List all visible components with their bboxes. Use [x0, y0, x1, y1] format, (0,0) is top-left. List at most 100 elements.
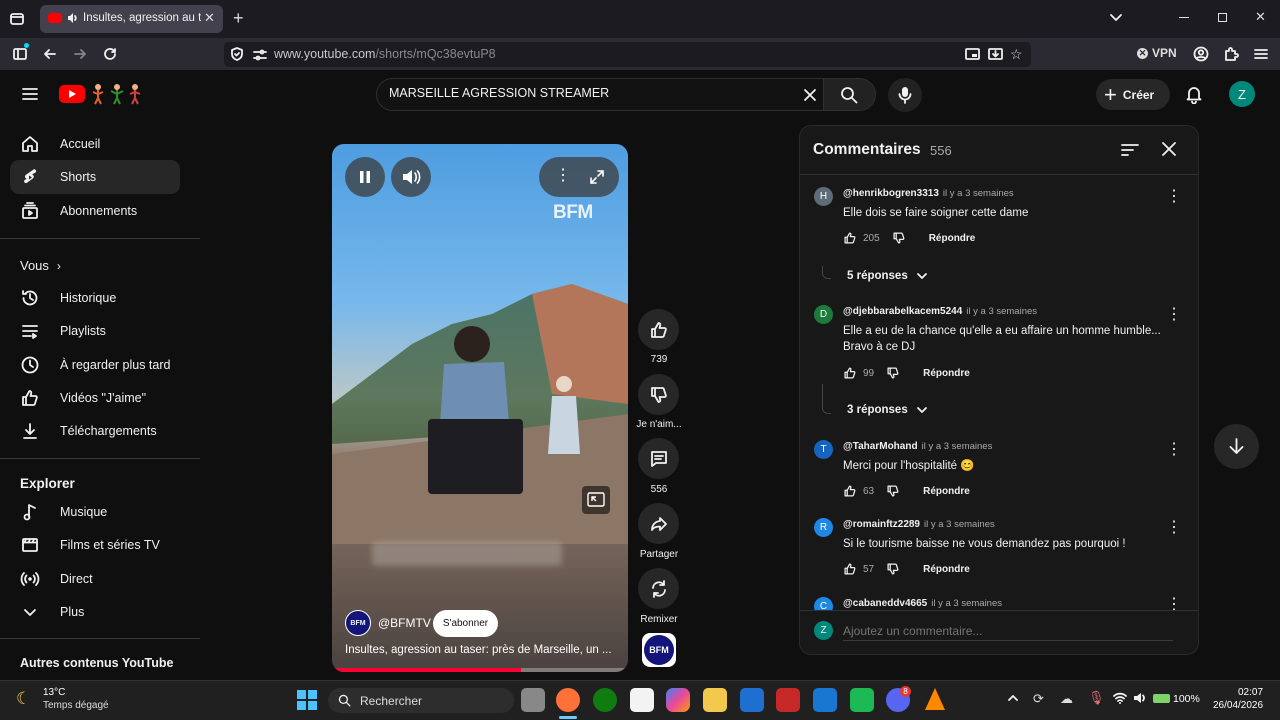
next-short-button[interactable] — [1214, 424, 1259, 469]
sidebar-item-shorts[interactable]: Shorts — [10, 160, 180, 194]
channel-logo-button[interactable]: BFM — [642, 633, 676, 667]
sidebar-section-vous[interactable]: Vous › — [20, 258, 61, 273]
close-comments-icon[interactable] — [1160, 140, 1178, 158]
bookmark-star-icon[interactable]: ☆ — [1010, 46, 1023, 63]
dislike-button[interactable] — [638, 374, 679, 415]
notifications-bell-icon[interactable] — [1184, 84, 1204, 104]
commenter-avatar[interactable]: H — [814, 187, 833, 206]
tab-list-icon[interactable] — [8, 10, 26, 28]
battery-percent[interactable]: 100% — [1173, 693, 1200, 705]
sidebar-item-musique[interactable]: Musique — [10, 495, 180, 529]
new-tab-icon[interactable]: + — [233, 8, 244, 29]
sidebar-toggle-icon[interactable] — [12, 43, 29, 62]
app-menu-icon[interactable] — [1253, 46, 1269, 62]
sync-icon[interactable]: ⟳ — [1033, 691, 1044, 707]
comment-menu-icon[interactable]: ⋮ — [1166, 596, 1182, 610]
browser-tab-active[interactable]: Insultes, agression au taser ✕ — [40, 5, 223, 33]
clear-search-icon[interactable] — [801, 86, 819, 104]
reply-button[interactable]: Répondre — [923, 368, 970, 379]
clock-time[interactable]: 02:07 — [1238, 687, 1263, 698]
voice-search-button[interactable] — [888, 78, 922, 112]
thumb-up-icon[interactable] — [843, 231, 857, 245]
commenter-avatar[interactable]: R — [814, 518, 833, 537]
onedrive-cloud-icon[interactable]: ☁ — [1060, 691, 1073, 707]
restore-window-icon[interactable] — [1218, 13, 1227, 22]
comment-menu-icon[interactable]: ⋮ — [1166, 439, 1182, 459]
vscode-like-app-icon[interactable] — [740, 688, 764, 712]
sidebar-item-films[interactable]: Films et séries TV — [10, 528, 180, 562]
picture-in-picture-icon[interactable] — [965, 47, 980, 61]
pause-button[interactable] — [345, 157, 385, 197]
firefox-icon[interactable] — [556, 688, 580, 712]
view-replies-button[interactable]: 5 réponses — [847, 270, 928, 282]
comment-menu-icon[interactable]: ⋮ — [1166, 186, 1182, 206]
commenter-avatar[interactable]: C — [814, 597, 833, 610]
comment-author[interactable]: @henrikbogren3313 il y a 3 semaines — [843, 188, 1014, 199]
forward-icon[interactable] — [72, 46, 88, 62]
remix-button[interactable] — [638, 568, 679, 609]
mail-icon[interactable] — [813, 688, 837, 712]
windows-start-icon[interactable] — [297, 690, 317, 710]
minimize-window-icon[interactable] — [1179, 17, 1189, 18]
moon-weather-icon[interactable]: ☾ — [16, 689, 31, 709]
more-options-icon[interactable]: ⋮ — [555, 167, 571, 185]
short-title[interactable]: Insultes, agression au taser: près de Ma… — [345, 644, 620, 656]
save-to-pocket-icon[interactable] — [988, 47, 1003, 61]
pip-overlay-icon[interactable] — [582, 486, 610, 514]
microphone-tray-icon[interactable]: 🎙 — [1088, 690, 1105, 706]
weather-temp[interactable]: 13°C — [43, 687, 65, 698]
battery-icon[interactable] — [1153, 694, 1170, 703]
reply-button[interactable]: Répondre — [929, 233, 976, 244]
mcafee-icon[interactable] — [776, 688, 800, 712]
xbox-icon[interactable] — [593, 688, 617, 712]
weather-desc[interactable]: Temps dégagé — [43, 700, 109, 711]
comment-menu-icon[interactable]: ⋮ — [1166, 517, 1182, 537]
commenter-avatar[interactable]: T — [814, 440, 833, 459]
reply-button[interactable]: Répondre — [923, 564, 970, 575]
sidebar-item-playlists[interactable]: Playlists — [10, 314, 180, 348]
sidebar-item-historique[interactable]: Historique — [10, 281, 180, 315]
game-app-icon[interactable] — [850, 688, 874, 712]
extensions-icon[interactable] — [1223, 46, 1239, 62]
doodle-figures-icon[interactable] — [90, 82, 144, 106]
tab-close-icon[interactable]: ✕ — [204, 10, 215, 26]
sidebar-item-abonnements[interactable]: Abonnements — [10, 194, 180, 228]
comment-menu-icon[interactable]: ⋮ — [1166, 304, 1182, 324]
sidebar-item-plus[interactable]: Plus — [10, 595, 180, 629]
sidebar-item-watch-later[interactable]: À regarder plus tard — [10, 348, 180, 382]
thumb-up-icon[interactable] — [843, 484, 857, 498]
thumb-down-icon[interactable] — [886, 562, 900, 576]
comment-author[interactable]: @TaharMohand il y a 3 semaines — [843, 441, 992, 452]
clock-date[interactable]: 26/04/2026 — [1213, 700, 1263, 711]
show-hidden-icons-chevron-up-icon[interactable] — [1007, 692, 1019, 704]
channel-name[interactable]: @BFMTV — [378, 616, 431, 630]
thumb-down-icon[interactable] — [886, 366, 900, 380]
comment-author[interactable]: @djebbarabelkacem5244 il y a 3 semaines — [843, 306, 1037, 317]
comment-author[interactable]: @cabaneddv4665 il y a 3 semaines — [843, 598, 1002, 609]
youtube-logo-icon[interactable] — [59, 85, 85, 103]
like-button[interactable] — [638, 309, 679, 350]
guide-menu-icon[interactable] — [20, 84, 40, 104]
sort-comments-icon[interactable] — [1120, 141, 1140, 159]
view-replies-button[interactable]: 3 réponses — [847, 404, 928, 416]
add-comment-input[interactable] — [843, 621, 1173, 641]
permissions-icon[interactable] — [253, 48, 267, 62]
reload-icon[interactable] — [102, 46, 118, 62]
taskbar-search[interactable]: Rechercher — [328, 688, 514, 713]
thumb-down-icon[interactable] — [886, 484, 900, 498]
subscribe-button[interactable]: S'abonner — [433, 610, 498, 637]
thumb-up-icon[interactable] — [843, 562, 857, 576]
site-security-icon[interactable] — [230, 47, 244, 61]
vpn-button[interactable]: ✕ VPN — [1137, 46, 1177, 60]
fullscreen-icon[interactable] — [589, 169, 605, 185]
user-avatar[interactable]: Z — [1229, 81, 1255, 107]
sidebar-item-direct[interactable]: Direct — [10, 562, 180, 596]
file-explorer-icon[interactable] — [703, 688, 727, 712]
thumb-down-icon[interactable] — [892, 231, 906, 245]
reply-button[interactable]: Répondre — [923, 486, 970, 497]
short-video-player[interactable]: ⋮ BFM BFM @BFMTV S'abonner Insultes, agr… — [332, 144, 628, 672]
account-icon[interactable] — [1193, 46, 1209, 62]
address-bar[interactable]: www.youtube.com/shorts/mQc38evtuP8 ☆ — [224, 42, 1031, 67]
comment-author[interactable]: @romainftz2289 il y a 3 semaines — [843, 519, 995, 530]
search-button[interactable] — [823, 78, 876, 111]
